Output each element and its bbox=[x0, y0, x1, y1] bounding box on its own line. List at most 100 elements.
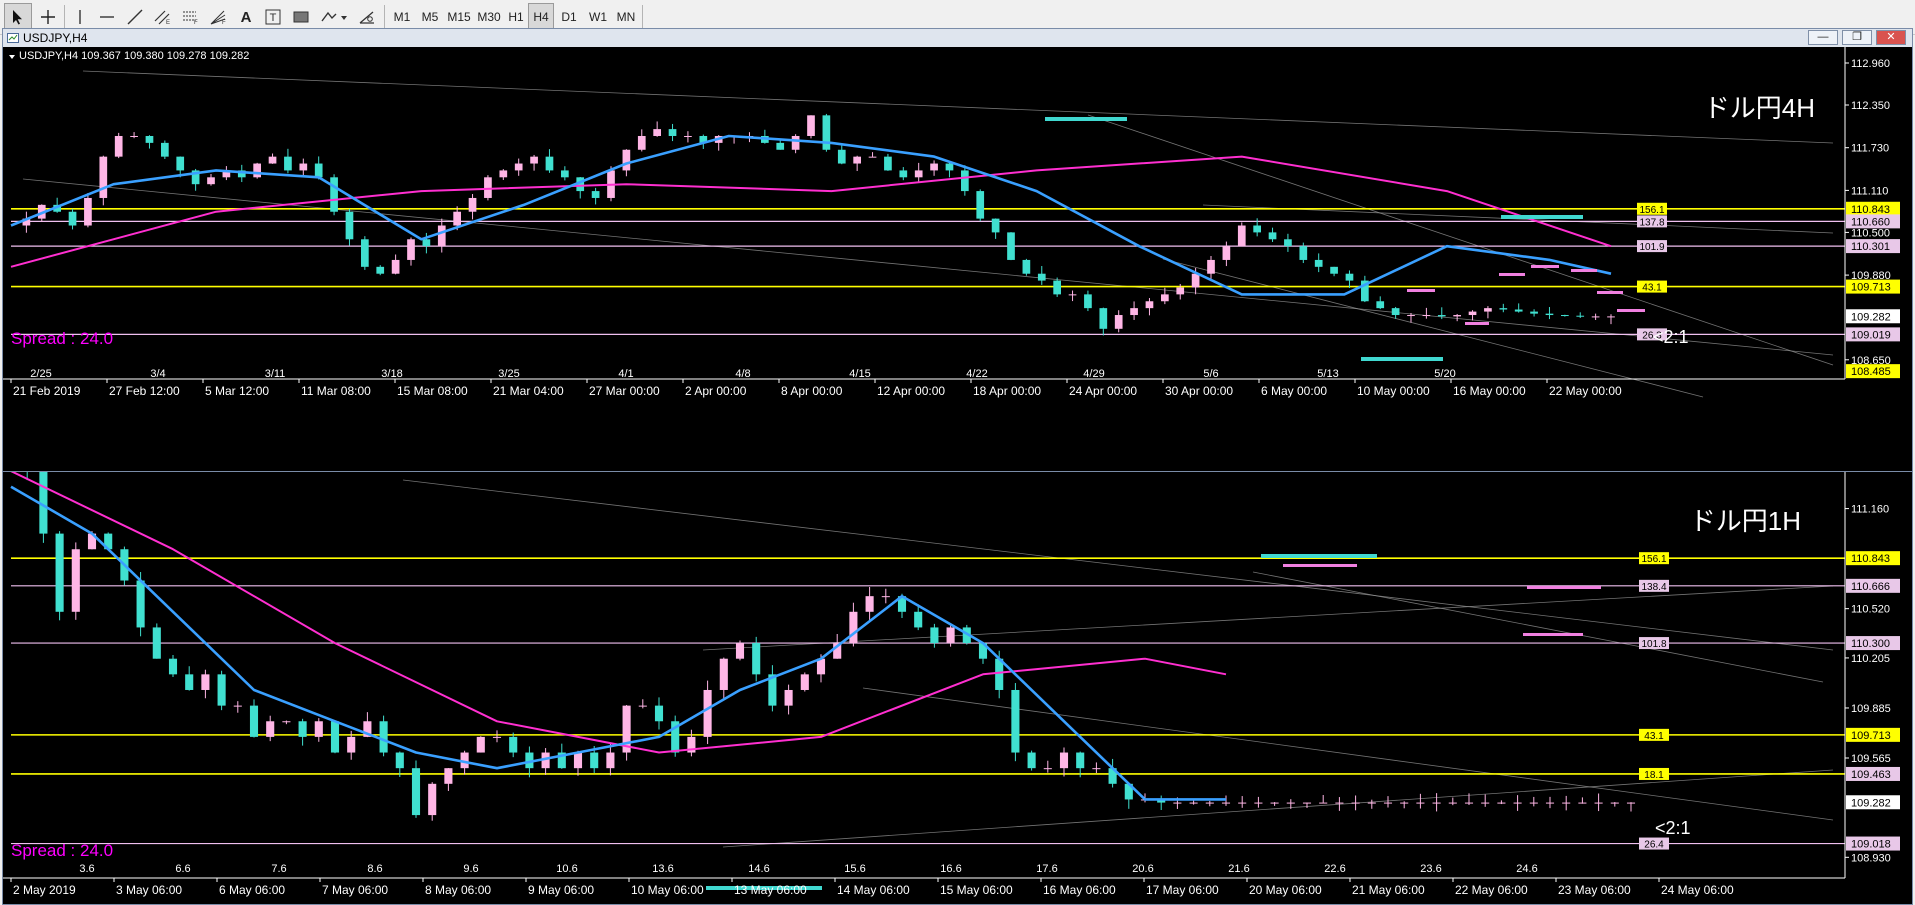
time-tick-label: 12 Apr 00:00 bbox=[877, 384, 945, 398]
text-label-tool-button[interactable]: T bbox=[260, 3, 286, 31]
chart-window-titlebar[interactable]: USDJPY,H4 — ❐ ✕ bbox=[3, 29, 1912, 48]
candle-body bbox=[868, 156, 877, 158]
shapes-dropdown-button[interactable] bbox=[316, 3, 352, 31]
text-tool-button[interactable]: A bbox=[234, 3, 258, 31]
rectangle-tool-button[interactable] bbox=[288, 3, 314, 31]
period-separator-label: 3/25 bbox=[498, 368, 519, 380]
candle-body bbox=[684, 135, 692, 137]
timeframe-M5[interactable]: M5 bbox=[416, 3, 444, 31]
candle-body bbox=[606, 752, 615, 769]
minimize-button[interactable]: — bbox=[1808, 30, 1838, 45]
candle-body bbox=[1161, 294, 1169, 302]
candle-body bbox=[1205, 802, 1214, 804]
candle-body bbox=[1330, 266, 1338, 274]
candle-body bbox=[1319, 802, 1328, 804]
settings-icon bbox=[359, 11, 374, 24]
candle-body bbox=[168, 658, 178, 675]
candle-body bbox=[1302, 802, 1312, 804]
h4-price-chart[interactable]: 156.1137.8101.943.126.3112.960112.350111… bbox=[3, 47, 1912, 471]
timeframe-M30[interactable]: M30 bbox=[474, 3, 504, 31]
candle-body bbox=[71, 549, 80, 612]
equidistant-channel-tool-button[interactable]: E bbox=[150, 3, 176, 31]
candle-body bbox=[1626, 802, 1636, 804]
candle-body bbox=[961, 170, 969, 192]
timeframe-M15[interactable]: M15 bbox=[444, 3, 474, 31]
candle-body bbox=[1237, 225, 1246, 247]
candle-body bbox=[411, 768, 421, 816]
time-tick-label: 17 May 06:00 bbox=[1146, 883, 1219, 897]
candle-body bbox=[233, 705, 242, 707]
period-separator-label: 4/29 bbox=[1083, 368, 1104, 380]
candle-body bbox=[1610, 802, 1619, 804]
trendline-icon bbox=[127, 9, 143, 25]
candle-body bbox=[1053, 280, 1061, 295]
fib-level-label: 101.9 bbox=[1639, 242, 1664, 253]
pivot-marker-pink bbox=[1465, 322, 1489, 325]
pivot-marker-pink bbox=[1283, 564, 1357, 567]
timeframe-MN[interactable]: MN bbox=[612, 3, 640, 31]
period-separator-label: 10.6 bbox=[556, 863, 577, 875]
trendline-tool-button[interactable] bbox=[122, 3, 148, 31]
candle-body bbox=[884, 156, 892, 171]
time-tick-label: 2 May 2019 bbox=[13, 883, 76, 897]
time-tick-label: 21 Mar 04:00 bbox=[493, 384, 564, 398]
candle-body bbox=[914, 170, 923, 178]
candle-body bbox=[1576, 315, 1585, 317]
candle-body bbox=[881, 596, 890, 598]
restore-button[interactable]: ❐ bbox=[1842, 30, 1872, 45]
candle-body bbox=[776, 142, 785, 150]
candle-body bbox=[735, 643, 745, 659]
time-tick-label: 22 May 00:00 bbox=[1549, 384, 1622, 398]
fibonacci-retracement-icon: F bbox=[183, 11, 198, 25]
time-tick-label: 27 Mar 00:00 bbox=[589, 384, 660, 398]
time-tick-label: 7 May 06:00 bbox=[322, 883, 388, 897]
candle-body bbox=[1561, 315, 1569, 317]
candle-body bbox=[314, 721, 323, 737]
chart-window-h1[interactable]: 156.1 138.4 101.8 43.1 18.1 26.4 111.160 110.84… bbox=[2, 472, 1913, 905]
candle-body bbox=[314, 163, 323, 178]
candle-body bbox=[703, 689, 712, 737]
fibonacci-fan-icon: F bbox=[210, 10, 226, 25]
cursor-tool-button[interactable] bbox=[4, 3, 32, 31]
candle-body bbox=[152, 627, 161, 659]
timeframe-W1[interactable]: W1 bbox=[584, 3, 612, 31]
time-tick-label: 8 May 06:00 bbox=[425, 883, 491, 897]
settings-tool-button[interactable] bbox=[354, 3, 380, 31]
fibonacci-retracement-tool-button[interactable]: F bbox=[178, 3, 204, 31]
vertical-line-tool-button[interactable] bbox=[68, 3, 92, 31]
rectangle-icon bbox=[293, 11, 309, 23]
horizontal-line-tool-button[interactable] bbox=[94, 3, 120, 31]
fibonacci-fan-tool-button[interactable]: F bbox=[206, 3, 232, 31]
candle-body bbox=[268, 156, 277, 164]
pivot-marker-pink bbox=[1617, 309, 1645, 312]
timeframe-H1[interactable]: H1 bbox=[504, 3, 528, 31]
candle-body bbox=[653, 129, 661, 136]
crosshair-tool-button[interactable] bbox=[34, 3, 62, 31]
h1-price-chart[interactable]: 156.1 138.4 101.8 43.1 18.1 26.4 111.160 110.84… bbox=[3, 472, 1912, 903]
candle-body bbox=[428, 783, 437, 816]
candle-body bbox=[853, 156, 861, 164]
candle-body bbox=[437, 225, 446, 247]
candle-body bbox=[185, 674, 194, 690]
candle-body bbox=[379, 721, 388, 753]
time-tick-label: 6 May 06:00 bbox=[219, 883, 285, 897]
vertical-line-icon bbox=[79, 10, 81, 24]
price-tag: 109.282 bbox=[1851, 311, 1891, 323]
candle-body bbox=[530, 156, 538, 164]
timeframe-H4[interactable]: H4 bbox=[528, 3, 554, 31]
close-button[interactable]: ✕ bbox=[1876, 30, 1906, 45]
chart-window-h4[interactable]: USDJPY,H4 — ❐ ✕ 156.1 137.8 101.9 43.1 26.3 1… bbox=[2, 28, 1913, 472]
candle-body bbox=[1253, 225, 1261, 233]
candle-body bbox=[207, 177, 215, 185]
candle-body bbox=[1059, 752, 1069, 769]
candle-body bbox=[1284, 239, 1292, 247]
timeframe-D1[interactable]: D1 bbox=[556, 3, 582, 31]
candle-body bbox=[298, 721, 307, 737]
timeframe-M1[interactable]: M1 bbox=[388, 3, 416, 31]
candle-body bbox=[1189, 802, 1198, 804]
candle-body bbox=[1092, 768, 1101, 770]
period-separator-label: 3.6 bbox=[79, 863, 94, 875]
period-separator-label: 13.6 bbox=[652, 863, 673, 875]
candle-body bbox=[1314, 259, 1323, 267]
candle-body bbox=[145, 135, 154, 143]
